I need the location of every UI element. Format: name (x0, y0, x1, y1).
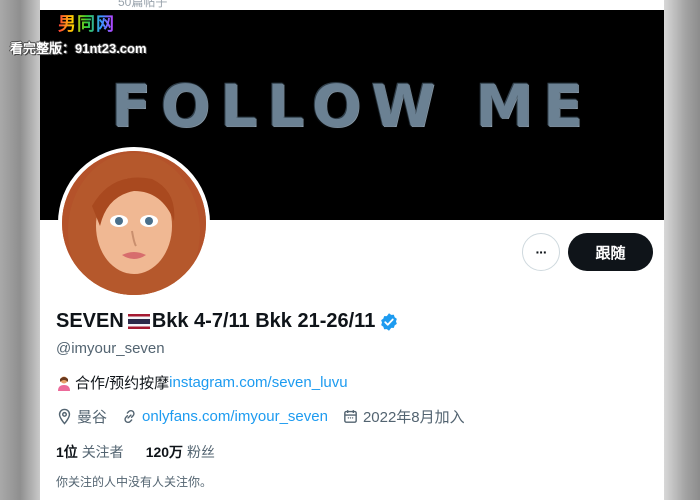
person-gesturing-icon (58, 376, 70, 391)
background-right (664, 0, 700, 500)
post-count: 50篇帖子 (118, 0, 168, 9)
profile-meta: 曼谷 onlyfans.com/imyour_seven 2022年8月加入 (56, 406, 479, 427)
display-name: SEVEN Bkk 4-7/11 Bkk 21-26/11 (56, 310, 399, 333)
watermark-text: 看完整版：91nt23.com (10, 41, 147, 56)
website-link[interactable]: onlyfans.com/imyour_seven (142, 408, 328, 425)
join-date-text: 2022年8月加入 (362, 409, 465, 426)
more-button[interactable]: ··· (522, 233, 560, 271)
follow-button[interactable]: 跟随 (568, 233, 653, 271)
calendar-icon (344, 410, 357, 423)
location-pin-icon (58, 408, 71, 425)
verified-badge-icon[interactable] (379, 312, 399, 332)
more-icon: ··· (535, 244, 548, 260)
background-left (0, 0, 40, 500)
profile-bio: 合作/预约按摩 instagram.com/seven_luvu (56, 372, 348, 393)
following-label: 关注者 (81, 444, 124, 460)
mutuals-note: 你关注的人中没有人关注你。 (56, 475, 213, 489)
join-date: 2022年8月加入 (342, 406, 465, 427)
following-count: 1位 (56, 444, 78, 460)
follow-label: 跟随 (595, 244, 626, 262)
location: 曼谷 (56, 406, 107, 427)
name-prefix: SEVEN (56, 310, 124, 332)
bio-text: 合作/预约按摩 (75, 375, 170, 392)
followers-label: 粉丝 (186, 444, 215, 460)
follow-stats: 1位 关注者 120万 粉丝 (56, 442, 237, 462)
watermark-logo: 男同网 (58, 10, 115, 36)
followers-count: 120万 (145, 444, 184, 460)
top-strip: 50篇帖子 (40, 0, 664, 10)
profile-handle: @imyour_seven (56, 340, 165, 357)
avatar[interactable] (58, 147, 210, 299)
website: onlyfans.com/imyour_seven (121, 408, 328, 425)
followers-stat[interactable]: 120万 粉丝 (146, 442, 215, 462)
thailand-flag-icon (127, 314, 150, 329)
bio-link[interactable]: instagram.com/seven_luvu (169, 374, 347, 391)
banner-text: FOLLOW ME (111, 72, 593, 140)
avatar-image (62, 151, 206, 295)
following-stat[interactable]: 1位 关注者 (56, 442, 124, 462)
name-suffix: Bkk 4-7/11 Bkk 21-26/11 (151, 310, 376, 332)
location-text: 曼谷 (77, 409, 108, 426)
profile-card: 50篇帖子 FOLLOW ME ··· 跟随 SEVEN Bkk 4-7/11 … (40, 0, 664, 500)
link-icon (124, 409, 135, 424)
